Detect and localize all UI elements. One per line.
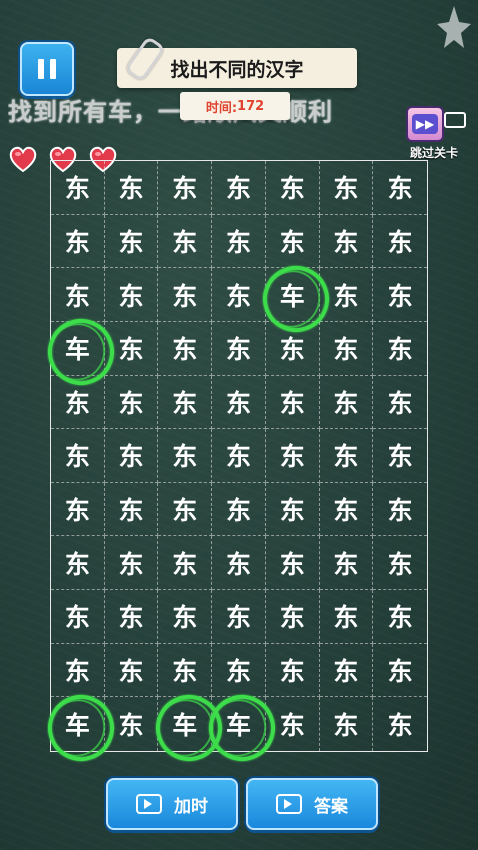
grid-cell[interactable]: 东 (265, 321, 320, 376)
grid-cell[interactable]: 东 (265, 161, 320, 215)
add-time-button[interactable]: 加时 (106, 778, 238, 830)
character-grid: 东东东东东东东东东东东东东东东东东东车东东车东东东东东东东东东东东东东东东东东东… (50, 160, 428, 752)
skip-level-button[interactable]: ▶▶ 跳过关卡 (402, 106, 466, 160)
grid-cell[interactable]: 东 (265, 536, 320, 591)
grid-cell[interactable]: 东 (373, 644, 427, 698)
grid-cell[interactable]: 东 (265, 214, 320, 269)
grid-cell[interactable]: 东 (212, 536, 266, 591)
grid-cell[interactable]: 东 (51, 643, 105, 698)
video-icon (276, 794, 302, 814)
answer-button[interactable]: 答案 (246, 778, 378, 830)
grid-cell[interactable]: 东 (51, 482, 105, 537)
grid-cell[interactable]: 东 (51, 429, 105, 483)
grid-cell[interactable]: 东 (265, 375, 320, 430)
grid-cell[interactable]: 东 (51, 536, 105, 591)
grid-cell[interactable]: 东 (104, 590, 159, 644)
grid-cell[interactable]: 东 (158, 321, 213, 376)
grid-cell[interactable]: 东 (319, 643, 374, 698)
grid-cell[interactable]: 东 (319, 482, 374, 537)
grid-cell[interactable]: 东 (104, 429, 159, 483)
grid-cell[interactable]: 东 (266, 697, 320, 751)
grid-cell[interactable]: 东 (51, 268, 105, 322)
grid-cell[interactable]: 东 (319, 268, 374, 322)
add-time-label: 加时 (174, 796, 208, 817)
grid-cell-found[interactable]: 车 (51, 697, 105, 751)
timer-value: 172 (237, 98, 265, 114)
grid-cell[interactable]: 东 (320, 697, 374, 751)
star-decoration-icon (437, 6, 471, 48)
grid-cell[interactable]: 东 (212, 482, 266, 537)
grid-cell[interactable]: 东 (158, 214, 213, 269)
grid-cell[interactable]: 东 (104, 375, 159, 430)
grid-cell[interactable]: 东 (51, 161, 105, 215)
fast-forward-icon: ▶▶ (406, 106, 444, 142)
grid-cell[interactable]: 东 (212, 429, 266, 483)
grid-cell[interactable]: 东 (319, 214, 374, 269)
pause-button[interactable] (20, 42, 74, 96)
grid-cell[interactable]: 东 (319, 590, 374, 644)
grid-cell[interactable]: 东 (105, 697, 159, 751)
grid-cell[interactable]: 东 (158, 536, 213, 591)
grid-cell[interactable]: 东 (51, 590, 105, 644)
grid-cell[interactable]: 东 (212, 268, 266, 322)
timer: 时间: 172 (180, 92, 290, 120)
grid-cell[interactable]: 东 (51, 214, 105, 269)
grid-cell[interactable]: 东 (212, 375, 266, 430)
grid-cell[interactable]: 东 (265, 590, 320, 644)
grid-cell-found[interactable]: 车 (51, 321, 105, 376)
grid-cell[interactable]: 东 (212, 590, 266, 644)
grid-cell[interactable]: 东 (158, 590, 213, 644)
grid-cell[interactable]: 东 (319, 429, 374, 483)
grid-cell[interactable]: 东 (158, 375, 213, 430)
grid-cell[interactable]: 东 (158, 161, 213, 215)
grid-cell[interactable]: 东 (319, 161, 374, 215)
grid-cell[interactable]: 东 (212, 321, 266, 376)
grid-cell[interactable]: 东 (104, 161, 159, 215)
heart-icon (8, 144, 38, 174)
grid-cell[interactable]: 东 (373, 161, 427, 215)
grid-cell[interactable]: 东 (373, 483, 427, 537)
grid-cell[interactable]: 东 (104, 321, 159, 376)
grid-cell[interactable]: 东 (373, 376, 427, 430)
grid-cell[interactable]: 东 (158, 429, 213, 483)
grid-cell[interactable]: 东 (158, 482, 213, 537)
grid-cell[interactable]: 东 (265, 643, 320, 698)
grid-cell-found[interactable]: 车 (265, 268, 320, 322)
answer-label: 答案 (314, 796, 348, 817)
grid-cell[interactable]: 东 (265, 482, 320, 537)
grid-cell[interactable]: 东 (373, 697, 427, 751)
grid-cell[interactable]: 东 (373, 322, 427, 376)
video-ad-icon (444, 112, 466, 128)
grid-cell[interactable]: 东 (104, 268, 159, 322)
grid-cell[interactable]: 东 (212, 214, 266, 269)
grid-cell[interactable]: 东 (104, 214, 159, 269)
grid-cell[interactable]: 东 (319, 321, 374, 376)
grid-cell[interactable]: 东 (373, 268, 427, 322)
grid-cell[interactable]: 东 (373, 536, 427, 591)
grid-cell[interactable]: 东 (373, 215, 427, 269)
grid-cell[interactable]: 东 (319, 375, 374, 430)
grid-cell-found[interactable]: 车 (212, 697, 266, 751)
pause-icon (38, 59, 44, 79)
page-title: 找出不同的汉字 (170, 58, 304, 81)
video-icon (136, 794, 162, 814)
grid-cell[interactable]: 东 (104, 482, 159, 537)
grid-cell[interactable]: 东 (158, 268, 213, 322)
grid-cell[interactable]: 东 (265, 429, 320, 483)
grid-cell[interactable]: 东 (212, 161, 266, 215)
grid-cell[interactable]: 东 (158, 643, 213, 698)
grid-cell[interactable]: 东 (104, 536, 159, 591)
grid-cell[interactable]: 东 (319, 536, 374, 591)
grid-cell[interactable]: 东 (104, 643, 159, 698)
skip-level-label: 跳过关卡 (409, 146, 458, 160)
grid-cell[interactable]: 东 (51, 375, 105, 430)
grid-cell[interactable]: 东 (373, 590, 427, 644)
grid-cell-found[interactable]: 车 (158, 697, 213, 751)
grid-cell[interactable]: 东 (373, 429, 427, 483)
grid-cell[interactable]: 东 (212, 643, 266, 698)
timer-label: 时间: (205, 100, 238, 116)
